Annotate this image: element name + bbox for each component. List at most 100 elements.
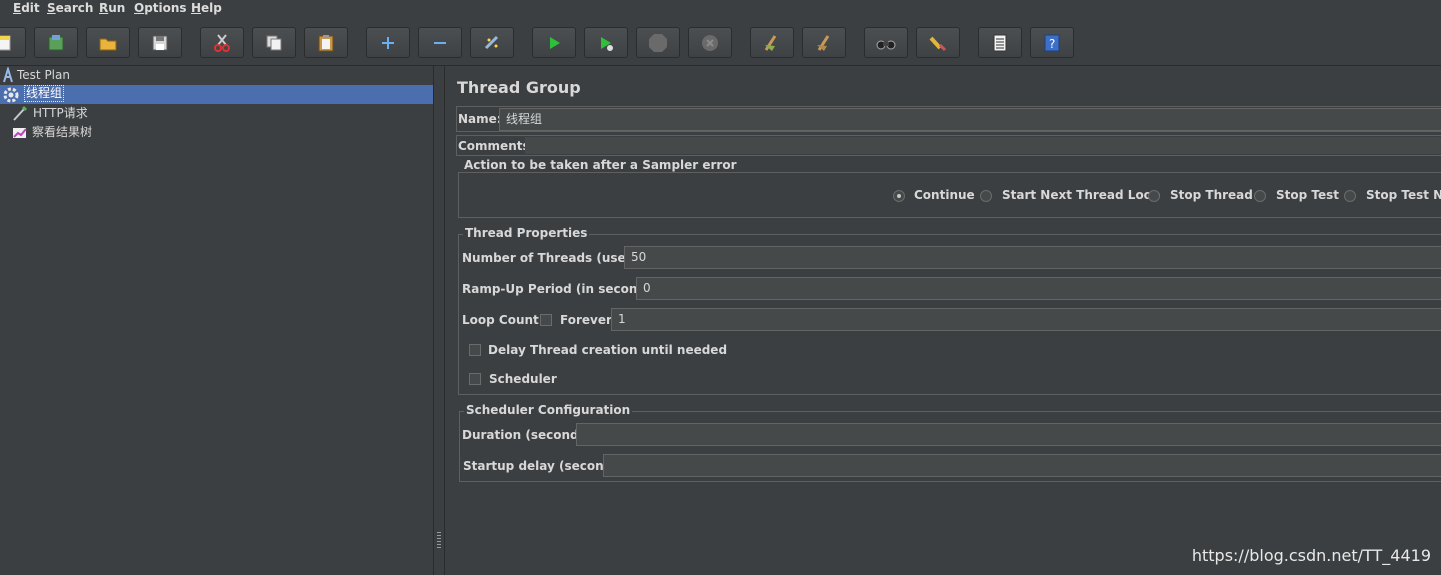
menu-edit-label: dit (21, 1, 40, 15)
menu-edit-mnemonic: E (13, 1, 22, 15)
clear-all-button[interactable] (802, 27, 846, 58)
menu-options[interactable]: Options (134, 0, 187, 17)
copy-button[interactable] (252, 27, 296, 58)
test-plan-tree[interactable]: Test Plan 线程组 HTTP请求 察看结果树 (0, 65, 433, 575)
scheduler-config-legend: Scheduler Configuration (464, 403, 633, 417)
name-field[interactable]: 线程组 (499, 108, 1441, 131)
radio-stop-test-label[interactable]: Stop Test (1276, 188, 1339, 202)
loop-count-label: Loop Count: (462, 313, 544, 327)
help-button[interactable]: ? (1030, 27, 1074, 58)
split-pane-divider[interactable] (433, 66, 445, 575)
tree-item-label: Test Plan (17, 68, 70, 82)
paste-button[interactable] (304, 27, 348, 58)
new-button[interactable] (0, 27, 26, 58)
radio-start-next-thread-loop[interactable] (980, 190, 992, 202)
clear-button[interactable] (750, 27, 794, 58)
reset-search-icon (928, 33, 948, 53)
delay-thread-checkbox[interactable] (469, 344, 481, 356)
tree-item-test-plan[interactable]: Test Plan (0, 65, 120, 84)
toggle-icon (482, 33, 502, 53)
radio-stop-thread[interactable] (1148, 190, 1160, 202)
toggle-button[interactable] (470, 27, 514, 58)
radio-stop-test-now-label[interactable]: Stop Test Now (1366, 188, 1441, 202)
menu-help[interactable]: Help (191, 0, 222, 17)
forever-checkbox[interactable] (540, 314, 552, 326)
startup-delay-input[interactable] (603, 454, 1441, 477)
menu-edit[interactable]: Edit (13, 0, 40, 17)
save-icon (150, 33, 170, 53)
start-no-pauses-button[interactable] (584, 27, 628, 58)
scheduler-checkbox[interactable] (469, 373, 481, 385)
stop-button[interactable] (636, 27, 680, 58)
threads-label: Number of Threads (users): (462, 251, 650, 265)
shutdown-icon (699, 32, 721, 54)
templates-button[interactable] (34, 27, 78, 58)
collapse-all-button[interactable] (418, 27, 462, 58)
rampup-input[interactable]: 0 (636, 277, 1441, 300)
menu-options-mnemonic: O (134, 1, 145, 15)
svg-text:?: ? (1049, 37, 1055, 51)
open-button[interactable] (86, 27, 130, 58)
stop-icon (647, 32, 669, 54)
open-icon (98, 33, 118, 53)
expand-icon (379, 34, 397, 52)
expand-all-button[interactable] (366, 27, 410, 58)
scheduler-label[interactable]: Scheduler (489, 372, 557, 386)
radio-continue-label[interactable]: Continue (914, 188, 975, 202)
menu-run[interactable]: Run (99, 0, 125, 17)
cut-icon (212, 33, 232, 53)
menu-bar: Edit Search Run Options Help (0, 0, 1441, 17)
tree-item-label: 线程组 (24, 85, 65, 102)
page-title: Thread Group (457, 78, 581, 97)
reset-search-button[interactable] (916, 27, 960, 58)
menu-help-mnemonic: H (191, 1, 202, 15)
http-sampler-icon (12, 105, 28, 121)
thread-group-icon (2, 86, 19, 103)
comments-field[interactable] (525, 137, 1441, 154)
menu-search-mnemonic: S (47, 1, 56, 15)
tree-item-label: HTTP请求 (33, 106, 88, 120)
thread-group-panel: Thread Group Name: 线程组 Comments: Action … (446, 66, 1441, 575)
threads-input[interactable]: 50 (624, 246, 1441, 269)
tree-item-label: 察看结果树 (32, 125, 93, 139)
save-button[interactable] (138, 27, 182, 58)
menu-search-label: earch (55, 1, 94, 15)
collapse-icon (431, 34, 449, 52)
tree-item-results-tree[interactable]: 察看结果树 (12, 123, 132, 141)
search-icon (875, 33, 897, 53)
shutdown-button[interactable] (688, 27, 732, 58)
start-button[interactable] (532, 27, 576, 58)
radio-stop-test[interactable] (1254, 190, 1266, 202)
radio-stop-thread-label[interactable]: Stop Thread (1170, 188, 1253, 202)
menu-run-label: un (108, 1, 126, 15)
help-icon: ? (1042, 33, 1062, 53)
loop-count-input[interactable]: 1 (611, 308, 1441, 331)
comments-label: Comments: (458, 139, 535, 153)
function-helper-button[interactable] (978, 27, 1022, 58)
menu-help-label: elp (201, 1, 222, 15)
thread-properties-legend: Thread Properties (463, 226, 590, 240)
test-plan-icon (0, 65, 16, 83)
results-tree-icon (12, 124, 28, 140)
menu-options-label: ptions (144, 1, 187, 15)
rampup-label: Ramp-Up Period (in seconds): (462, 282, 664, 296)
search-button[interactable] (864, 27, 908, 58)
toolbar: ? (0, 17, 1441, 66)
start-icon (545, 34, 563, 52)
sampler-error-legend: Action to be taken after a Sampler error (462, 158, 739, 172)
radio-stop-test-now[interactable] (1344, 190, 1356, 202)
tree-item-http-request[interactable]: HTTP请求 (12, 104, 132, 122)
duration-label: Duration (seconds) (462, 428, 592, 442)
delay-thread-label[interactable]: Delay Thread creation until needed (488, 343, 727, 357)
cut-button[interactable] (200, 27, 244, 58)
comments-row: Comments: (456, 135, 1441, 156)
menu-search[interactable]: Search (47, 0, 93, 17)
tree-item-thread-group[interactable]: 线程组 (2, 85, 122, 103)
duration-input[interactable] (576, 423, 1441, 446)
radio-continue[interactable] (893, 190, 905, 202)
function-helper-icon (990, 33, 1010, 53)
forever-label[interactable]: Forever (560, 313, 612, 327)
radio-start-next-thread-loop-label[interactable]: Start Next Thread Loop (1002, 188, 1161, 202)
splitter-grip[interactable] (437, 532, 441, 550)
watermark-text: https://blog.csdn.net/TT_4419 (1191, 546, 1431, 565)
